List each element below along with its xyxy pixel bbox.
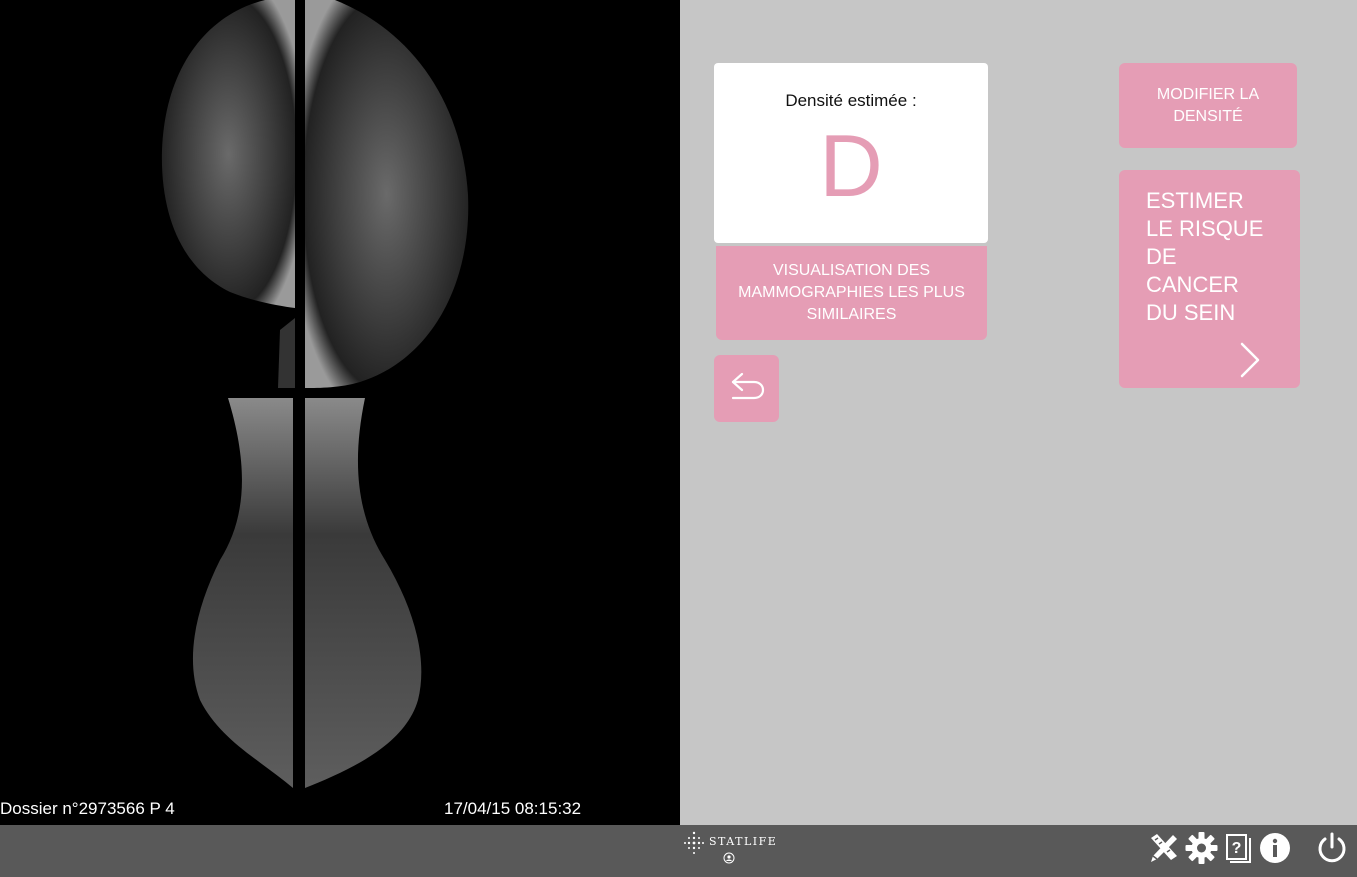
- tools-button[interactable]: [1147, 832, 1180, 864]
- timestamp-label: 17/04/15 08:15:32: [444, 799, 582, 818]
- cc-view-right: [161, 0, 295, 388]
- statlife-logo-mark: [684, 831, 704, 854]
- undo-arrow-icon: [731, 372, 765, 400]
- cc-view-left: [305, 0, 469, 388]
- density-card: Densité estimée : D: [714, 63, 988, 243]
- estimate-risk-line: ESTIMER: [1146, 188, 1244, 213]
- info-button[interactable]: [1259, 832, 1291, 864]
- density-grade: D: [819, 116, 883, 215]
- density-label: Densité estimée :: [785, 91, 917, 110]
- statlife-sub-icon: [723, 852, 735, 864]
- estimate-risk-line: LE RISQUE: [1146, 216, 1264, 241]
- chevron-right-icon: [1240, 342, 1260, 378]
- statlife-logo: STATLIFE: [681, 829, 776, 865]
- info-icon: [1260, 833, 1290, 863]
- modify-density-label: MODIFIER LA DENSITÉ: [1156, 85, 1260, 125]
- similar-mammograms-label: VISUALISATION DES MAMMOGRAPHIES LES PLUS…: [738, 262, 965, 323]
- ruler-pencil-icon: [1151, 834, 1177, 862]
- help-book-icon: ?: [1226, 834, 1251, 863]
- mammogram-images: [161, 0, 469, 795]
- modify-density-button[interactable]: MODIFIER LA DENSITÉ: [1119, 63, 1297, 148]
- dossier-label: Dossier n°2973566 P 4: [0, 799, 175, 818]
- svg-text:?: ?: [1232, 840, 1242, 857]
- estimate-risk-button[interactable]: ESTIMER LE RISQUE DE CANCER DU SEIN: [1119, 170, 1300, 388]
- estimate-risk-line: DE: [1146, 244, 1177, 269]
- power-icon: [1318, 832, 1346, 863]
- help-button[interactable]: ?: [1224, 832, 1252, 864]
- mammogram-viewer[interactable]: Dossier n°2973566 P 4 17/04/15 08:15:32: [0, 0, 680, 825]
- estimate-risk-label: ESTIMER LE RISQUE DE CANCER DU SEIN: [1146, 187, 1263, 327]
- gear-icon: [1185, 832, 1218, 864]
- settings-button[interactable]: [1185, 832, 1218, 864]
- mlo-view-right: [192, 398, 293, 788]
- power-button[interactable]: [1315, 832, 1349, 864]
- similar-mammograms-button[interactable]: VISUALISATION DES MAMMOGRAPHIES LES PLUS…: [716, 246, 987, 340]
- estimate-risk-line: DU SEIN: [1146, 300, 1236, 325]
- mlo-view-left: [305, 398, 422, 788]
- back-button[interactable]: [714, 355, 779, 422]
- statlife-wordmark: STATLIFE: [709, 835, 778, 848]
- estimate-risk-line: CANCER: [1146, 272, 1239, 297]
